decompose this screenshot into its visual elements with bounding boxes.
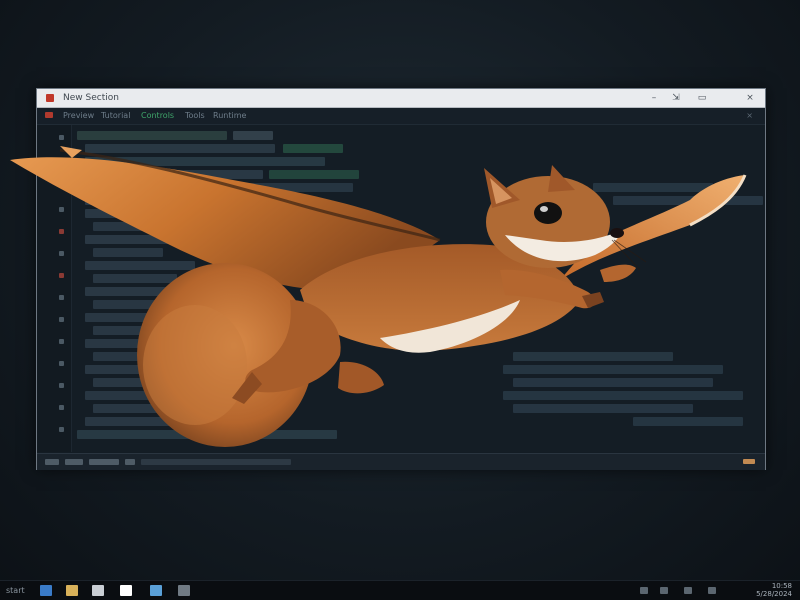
window-title: New Section <box>63 93 119 103</box>
media-player-icon[interactable] <box>120 585 132 596</box>
code-line <box>283 144 343 153</box>
editor-pane[interactable]: Preview Tutorial Controls Tools Runtime … <box>37 108 765 452</box>
code-line <box>93 274 177 283</box>
network-icon[interactable] <box>660 587 668 594</box>
code-line <box>85 365 185 374</box>
status-item <box>45 459 59 465</box>
code-line <box>93 170 263 179</box>
code-line <box>513 404 693 413</box>
code-line <box>93 183 353 192</box>
settings-icon[interactable] <box>178 585 190 596</box>
code-line <box>233 131 273 140</box>
editor-menu-bar: Preview Tutorial Controls Tools Runtime … <box>37 108 765 125</box>
code-line <box>85 391 165 400</box>
gutter-marker <box>59 427 64 432</box>
code-line <box>93 248 163 257</box>
app-icon <box>46 94 54 102</box>
status-item <box>89 459 119 465</box>
title-bar[interactable]: New Section – ⇲ ▭ × <box>37 89 765 108</box>
notification-badge <box>743 459 755 464</box>
menu-item-preview[interactable]: Preview <box>63 110 94 122</box>
code-line <box>613 196 763 205</box>
gutter-marker-error <box>59 229 64 234</box>
code-line <box>85 235 177 244</box>
code-line <box>633 417 743 426</box>
code-line <box>85 287 181 296</box>
code-line <box>93 404 203 413</box>
code-line <box>503 391 743 400</box>
code-editor-window[interactable]: New Section – ⇲ ▭ × Preview Tutorial Con… <box>36 88 766 470</box>
record-icon <box>45 112 53 118</box>
volume-icon[interactable] <box>684 587 692 594</box>
status-item <box>141 459 291 465</box>
clock-time: 10:58 <box>771 582 792 590</box>
code-line <box>503 365 723 374</box>
clock-date: 5/28/2024 <box>756 590 792 598</box>
gutter-marker <box>59 317 64 322</box>
code-line <box>85 261 195 270</box>
code-line <box>85 339 181 348</box>
code-line <box>85 196 205 205</box>
gutter-marker <box>59 295 64 300</box>
line-gutter <box>37 125 72 452</box>
status-bar <box>37 453 765 470</box>
code-line <box>513 378 713 387</box>
menu-item-tutorial[interactable]: Tutorial <box>101 110 130 122</box>
taskbar: start 10:58 5/28/2024 <box>0 580 800 600</box>
code-line <box>93 378 183 387</box>
code-line <box>269 170 359 179</box>
gutter-marker <box>59 383 64 388</box>
gutter-marker <box>59 207 64 212</box>
panel-close-icon[interactable]: × <box>746 110 753 122</box>
desktop: New Section – ⇲ ▭ × Preview Tutorial Con… <box>0 0 800 600</box>
code-line <box>85 144 275 153</box>
gutter-marker <box>59 135 64 140</box>
menu-item-runtime[interactable]: Runtime <box>213 110 246 122</box>
code-line <box>77 131 227 140</box>
search-icon[interactable] <box>40 585 52 596</box>
code-line <box>593 183 713 192</box>
code-line <box>513 352 673 361</box>
code-line <box>93 326 181 335</box>
document-icon[interactable] <box>92 585 104 596</box>
image-viewer-icon[interactable] <box>150 585 162 596</box>
battery-icon[interactable] <box>708 587 716 594</box>
maximize-button[interactable]: ▭ <box>691 90 713 106</box>
start-button[interactable]: start <box>6 585 25 597</box>
code-line <box>85 417 173 426</box>
gutter-marker <box>59 251 64 256</box>
gutter-marker <box>59 165 64 170</box>
system-clock[interactable]: 10:58 5/28/2024 <box>742 582 792 598</box>
gutter-marker <box>59 405 64 410</box>
gutter-marker-error <box>59 273 64 278</box>
gutter-marker <box>59 339 64 344</box>
restore-button[interactable]: ⇲ <box>665 90 687 106</box>
menu-item-controls[interactable]: Controls <box>141 110 174 122</box>
status-item <box>65 459 83 465</box>
code-line <box>85 209 165 218</box>
code-text-area[interactable] <box>73 125 765 452</box>
chevron-up-icon[interactable] <box>640 587 648 594</box>
gutter-marker <box>59 361 64 366</box>
code-line <box>85 313 189 322</box>
code-line <box>93 352 165 361</box>
file-explorer-icon[interactable] <box>66 585 78 596</box>
code-line <box>85 157 325 166</box>
minimize-button[interactable]: – <box>643 90 665 106</box>
status-item <box>125 459 135 465</box>
code-line <box>93 300 171 309</box>
code-line <box>93 222 193 231</box>
menu-item-tools[interactable]: Tools <box>185 110 205 122</box>
code-line <box>77 430 337 439</box>
close-button[interactable]: × <box>739 90 761 106</box>
